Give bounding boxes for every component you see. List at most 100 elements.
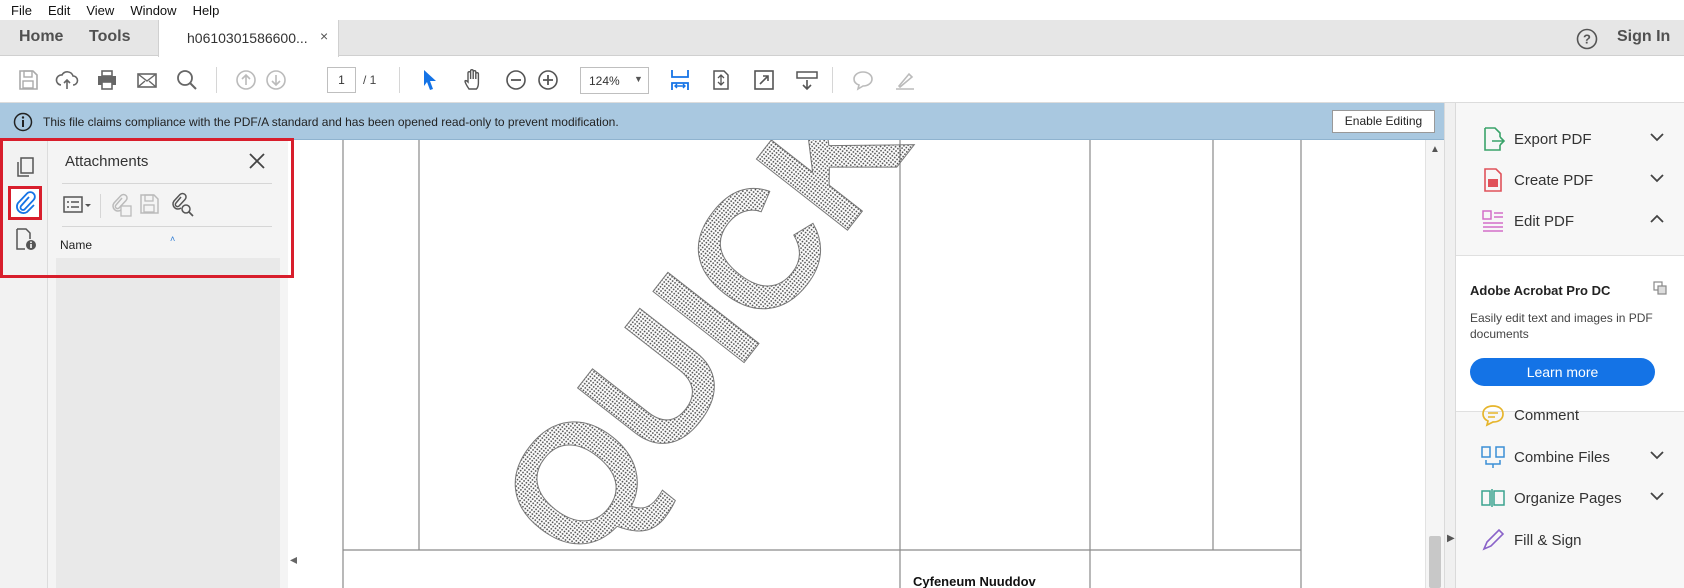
page-thumbnails-icon[interactable] — [12, 154, 38, 180]
email-icon[interactable] — [135, 68, 159, 92]
acrobat-window: File Edit View Window Help Home Tools h0… — [0, 0, 1684, 588]
help-icon[interactable]: ? — [1576, 28, 1598, 50]
hand-icon[interactable] — [462, 68, 486, 92]
tool-label: Comment — [1514, 407, 1580, 424]
document-tab-title: h0610301586600... — [187, 30, 308, 46]
chevron-down-icon[interactable] — [1650, 450, 1664, 460]
scrollbar-thumb[interactable] — [1429, 536, 1441, 588]
left-nav-rail — [0, 140, 48, 588]
sort-ascending-icon[interactable]: ˄ — [170, 234, 175, 244]
chevron-down-icon[interactable] — [1650, 491, 1664, 501]
menu-file[interactable]: File — [11, 3, 32, 18]
scroll-up-icon[interactable]: ▲ — [1430, 144, 1440, 155]
prev-page-icon[interactable] — [234, 68, 258, 92]
tab-bar: Home Tools h0610301586600... × ? Sign In — [0, 20, 1684, 57]
combine-files-icon — [1481, 446, 1505, 468]
fit-page-icon[interactable] — [668, 68, 692, 92]
tab-home[interactable]: Home — [19, 28, 63, 46]
comment-tool-icon — [1482, 405, 1504, 427]
next-page-icon[interactable] — [264, 68, 288, 92]
export-pdf-icon — [1484, 127, 1506, 151]
tool-label: Fill & Sign — [1514, 532, 1582, 549]
tool-label: Organize Pages — [1514, 490, 1622, 507]
read-mode-icon[interactable] — [795, 68, 819, 92]
chevron-down-icon[interactable] — [1650, 173, 1664, 183]
toolbar: 1 / 1 124% ▼ — [0, 57, 1684, 103]
svg-text:?: ? — [1583, 32, 1591, 47]
comment-icon[interactable] — [851, 68, 875, 92]
page-total: / 1 — [363, 73, 377, 87]
save-icon[interactable] — [16, 68, 40, 92]
attachments-list — [56, 258, 280, 588]
read-only-notice: This file claims compliance with the PDF… — [0, 103, 1444, 140]
menu-view[interactable]: View — [86, 3, 114, 18]
add-attachment-icon[interactable] — [107, 192, 133, 218]
full-screen-icon[interactable] — [752, 68, 776, 92]
select-pointer-icon[interactable] — [418, 68, 442, 92]
zoom-select[interactable]: 124% ▼ — [580, 67, 649, 94]
tool-organize-pages[interactable]: Organize Pages — [1456, 478, 1684, 518]
tools-pane: Export PDF Create PDF Edit PDF Adobe Acr… — [1456, 103, 1684, 588]
pin-icon[interactable] — [1652, 280, 1668, 296]
highlight-icon[interactable] — [893, 68, 917, 92]
notice-text: This file claims compliance with the PDF… — [43, 115, 619, 129]
options-menu-icon[interactable] — [62, 192, 92, 218]
page-number-input[interactable]: 1 — [327, 67, 356, 93]
tool-label: Create PDF — [1514, 172, 1594, 189]
menu-edit[interactable]: Edit — [48, 3, 70, 18]
tool-create-pdf[interactable]: Create PDF — [1456, 160, 1684, 200]
menu-help[interactable]: Help — [193, 3, 220, 18]
tool-combine-files[interactable]: Combine Files — [1456, 437, 1684, 477]
enable-editing-button[interactable]: Enable Editing — [1332, 110, 1435, 133]
close-icon[interactable] — [247, 151, 267, 171]
search-attachment-icon[interactable] — [169, 192, 195, 218]
tool-label: Export PDF — [1514, 131, 1592, 148]
save-attachment-icon[interactable] — [137, 192, 163, 218]
promo-description: Easily edit text and images in PDF docum… — [1470, 311, 1653, 341]
watermark-text: QUICK QUO — [462, 140, 1208, 588]
attachments-panel: Attachments Name ˄ — [48, 140, 288, 588]
toolbar-separator — [399, 67, 400, 93]
create-pdf-icon — [1484, 168, 1502, 192]
tab-tools[interactable]: Tools — [89, 28, 130, 46]
acrobat-pro-promo: Adobe Acrobat Pro DC Easily edit text an… — [1456, 255, 1684, 412]
info-icon — [13, 112, 33, 132]
zoom-value: 124% — [589, 74, 620, 88]
close-tab-icon[interactable]: × — [320, 28, 328, 44]
tool-fill-sign[interactable]: Fill & Sign — [1456, 520, 1684, 560]
divider — [62, 226, 272, 227]
paperclip-icon[interactable] — [12, 190, 38, 216]
chevron-up-icon[interactable] — [1650, 214, 1664, 224]
zoom-out-icon[interactable] — [504, 68, 528, 92]
print-icon[interactable] — [95, 68, 119, 92]
attachments-title: Attachments — [65, 153, 149, 170]
tab-document[interactable]: h0610301586600... × — [158, 20, 339, 57]
search-icon[interactable] — [175, 68, 199, 92]
scroll-mode-icon[interactable] — [709, 68, 733, 92]
sign-in-link[interactable]: Sign In — [1617, 28, 1670, 46]
document-properties-icon[interactable] — [12, 226, 38, 252]
chevron-down-icon[interactable] — [1650, 132, 1664, 142]
divider — [100, 194, 101, 218]
toolbar-separator — [216, 67, 217, 93]
column-header-name[interactable]: Name — [60, 238, 92, 252]
divider — [62, 183, 272, 184]
promo-title: Adobe Acrobat Pro DC — [1470, 283, 1611, 298]
document-page: QUICK QUO Cyfeneum Nuuddov — [342, 140, 1302, 588]
chevron-down-icon: ▼ — [634, 74, 643, 84]
upload-icon[interactable] — [55, 68, 79, 92]
tool-edit-pdf[interactable]: Edit PDF — [1456, 201, 1684, 241]
tool-export-pdf[interactable]: Export PDF — [1456, 119, 1684, 159]
tool-comment[interactable]: Comment — [1456, 395, 1684, 435]
menu-window[interactable]: Window — [130, 3, 176, 18]
expand-pane-icon[interactable]: ▶ — [1447, 533, 1455, 544]
tool-label: Edit PDF — [1514, 213, 1575, 230]
toolbar-separator — [832, 67, 833, 93]
zoom-in-icon[interactable] — [536, 68, 560, 92]
vertical-scrollbar[interactable]: ▲ — [1425, 140, 1444, 588]
document-view[interactable]: QUICK QUO Cyfeneum Nuuddov — [297, 140, 1425, 588]
menu-bar: File Edit View Window Help — [0, 0, 1684, 20]
right-pane-splitter[interactable]: ▶ — [1444, 103, 1456, 588]
edit-pdf-icon — [1482, 210, 1503, 232]
learn-more-button[interactable]: Learn more — [1470, 358, 1655, 386]
